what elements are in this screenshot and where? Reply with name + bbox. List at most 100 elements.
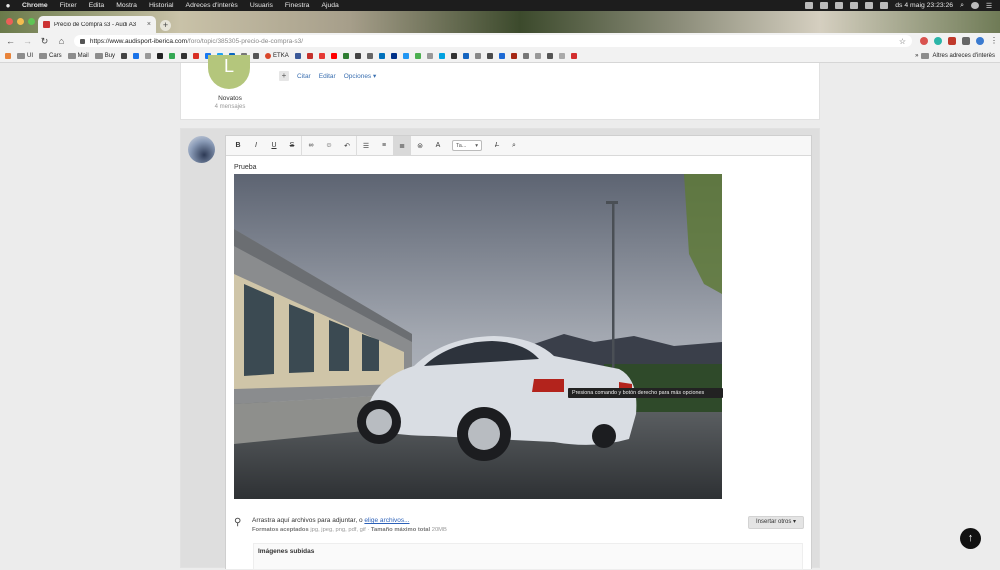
bookmark-folder-buy[interactable]: Buy xyxy=(94,52,115,59)
other-bookmarks[interactable]: » Altres adreces d'interès xyxy=(915,52,995,59)
bookmark-favicon[interactable] xyxy=(534,52,541,59)
menu-bookmarks[interactable]: Adreces d'interès xyxy=(180,2,244,9)
preview-icon[interactable]: ⌕ xyxy=(505,136,523,156)
bookmark-favicon[interactable] xyxy=(306,52,313,59)
chrome-menu-icon[interactable]: ⋮ xyxy=(990,37,998,45)
bookmark-folder-ui[interactable]: UI xyxy=(17,52,33,59)
bookmark-favicon[interactable] xyxy=(510,52,517,59)
notification-center-icon[interactable]: ☰ xyxy=(986,2,992,10)
bookmark-favicon[interactable] xyxy=(426,52,433,59)
rich-text-editor[interactable]: B I U S ∞ ☺ ↶ ☰ ≡ ≣ ⊜ A Ta... ▾ I̶ ⌕ Prue… xyxy=(225,135,812,570)
close-tab-icon[interactable]: × xyxy=(147,21,151,28)
extension-teal-icon[interactable] xyxy=(933,37,942,45)
insert-other-button[interactable]: Insertar otros ▾ xyxy=(748,516,804,529)
airplay-icon[interactable] xyxy=(850,2,859,9)
close-window-icon[interactable] xyxy=(6,18,13,25)
bold-icon[interactable]: B xyxy=(229,136,247,156)
bookmark-favicon[interactable] xyxy=(294,52,301,59)
volume-icon[interactable] xyxy=(865,2,874,9)
bookmark-favicon[interactable] xyxy=(462,52,469,59)
bookmark-favicon[interactable] xyxy=(157,52,164,59)
strikethrough-icon[interactable]: S xyxy=(283,136,301,156)
quote-link[interactable]: Citar xyxy=(297,73,311,80)
home-icon[interactable]: ⌂ xyxy=(57,36,66,46)
apple-icon[interactable]: ● xyxy=(0,1,16,10)
bookmark-favicon[interactable] xyxy=(145,52,152,59)
spotlight-icon[interactable]: ⌕ xyxy=(960,2,964,10)
underline-icon[interactable]: U xyxy=(265,136,283,156)
bullet-list-icon[interactable]: ☰ xyxy=(357,136,375,156)
profile-icon[interactable] xyxy=(975,37,984,45)
battery-icon[interactable] xyxy=(880,2,889,9)
menubar-clock[interactable]: ds 4 maig 23:23:26 xyxy=(895,2,953,9)
bookmark-favicon[interactable] xyxy=(414,52,421,59)
bookmark-star-icon[interactable]: ☆ xyxy=(899,37,906,46)
menu-help[interactable]: Ajuda xyxy=(315,2,344,9)
editor-text[interactable]: Prueba xyxy=(234,164,257,171)
bookmark-folder-cars[interactable]: Cars xyxy=(39,52,62,59)
media-icon[interactable]: ⊜ xyxy=(411,136,429,156)
extension-grey-icon[interactable] xyxy=(961,37,970,45)
bookmark-etka[interactable]: ETKA xyxy=(265,52,289,59)
bookmark-favicon[interactable] xyxy=(522,52,529,59)
embedded-car-photo[interactable] xyxy=(234,174,722,499)
menu-app-name[interactable]: Chrome xyxy=(16,2,54,9)
new-tab-button[interactable]: + xyxy=(160,20,171,31)
extension-red-icon[interactable] xyxy=(919,37,928,45)
bookmark-favicon[interactable] xyxy=(330,52,337,59)
browser-tab-active[interactable]: Precio de Compra s3 - Audi A3 × xyxy=(38,16,156,33)
menu-users[interactable]: Usuaris xyxy=(244,2,279,9)
clear-format-icon[interactable]: I̶ xyxy=(487,136,505,156)
bookmark-favicon[interactable] xyxy=(474,52,481,59)
bookmark-favicon[interactable] xyxy=(450,52,457,59)
zoom-window-icon[interactable] xyxy=(28,18,35,25)
link-icon[interactable]: ∞ xyxy=(302,136,320,156)
wifi-icon[interactable] xyxy=(835,2,844,9)
menu-window[interactable]: Finestra xyxy=(279,2,316,9)
align-left-icon[interactable]: ≣ xyxy=(393,135,411,156)
user-icon[interactable] xyxy=(970,2,979,9)
bookmark-favicon[interactable] xyxy=(558,52,565,59)
menu-edit[interactable]: Edita xyxy=(83,2,111,9)
menu-history[interactable]: Historial xyxy=(143,2,180,9)
options-menu[interactable]: Opciones ▾ xyxy=(344,72,377,80)
bookmark-favicon[interactable] xyxy=(181,52,188,59)
apps-icon[interactable] xyxy=(5,52,11,59)
back-icon[interactable]: ← xyxy=(6,36,15,46)
bookmark-favicon[interactable] xyxy=(169,52,176,59)
attachment-area[interactable]: ⚲ Arrastra aquí archivos para adjuntar, … xyxy=(234,517,447,533)
menu-view[interactable]: Mostra xyxy=(110,2,143,9)
bookmark-favicon[interactable] xyxy=(133,52,140,59)
undo-icon[interactable]: ↶ xyxy=(338,136,356,156)
font-select[interactable]: Ta... ▾ xyxy=(452,140,482,151)
bookmark-favicon[interactable] xyxy=(438,52,445,59)
emoji-icon[interactable]: ☺ xyxy=(320,136,338,156)
bookmark-favicon[interactable] xyxy=(486,52,493,59)
bookmark-favicon[interactable] xyxy=(378,52,385,59)
choose-files-link[interactable]: elige archivos... xyxy=(364,517,409,524)
text-color-icon[interactable]: A xyxy=(429,136,447,156)
bookmark-favicon[interactable] xyxy=(253,52,260,59)
multiquote-button[interactable]: + xyxy=(279,71,289,81)
bookmark-favicon[interactable] xyxy=(546,52,553,59)
bookmark-favicon[interactable] xyxy=(121,52,128,59)
bookmark-favicon[interactable] xyxy=(318,52,325,59)
bookmark-favicon[interactable] xyxy=(193,52,200,59)
bookmark-favicon[interactable] xyxy=(342,52,349,59)
numbered-list-icon[interactable]: ≡ xyxy=(375,136,393,156)
bluetooth-icon[interactable] xyxy=(820,2,829,9)
italic-icon[interactable]: I xyxy=(247,136,265,156)
bookmark-folder-mail[interactable]: Mail xyxy=(67,52,89,59)
dropbox-icon[interactable] xyxy=(805,2,814,9)
address-bar[interactable]: https://www.audisport-iberica.com/foro/t… xyxy=(73,35,912,47)
author-avatar[interactable]: L xyxy=(208,55,250,89)
minimize-window-icon[interactable] xyxy=(17,18,24,25)
scroll-to-top-button[interactable]: ↑ xyxy=(960,528,981,549)
forward-icon[interactable]: → xyxy=(23,36,32,46)
reload-icon[interactable]: ↻ xyxy=(40,36,49,47)
bookmark-favicon[interactable] xyxy=(354,52,361,59)
bookmark-favicon[interactable] xyxy=(570,52,577,59)
menu-file[interactable]: Fitxer xyxy=(54,2,83,9)
bookmark-favicon[interactable] xyxy=(366,52,373,59)
extension-lastpass-icon[interactable] xyxy=(947,37,956,45)
